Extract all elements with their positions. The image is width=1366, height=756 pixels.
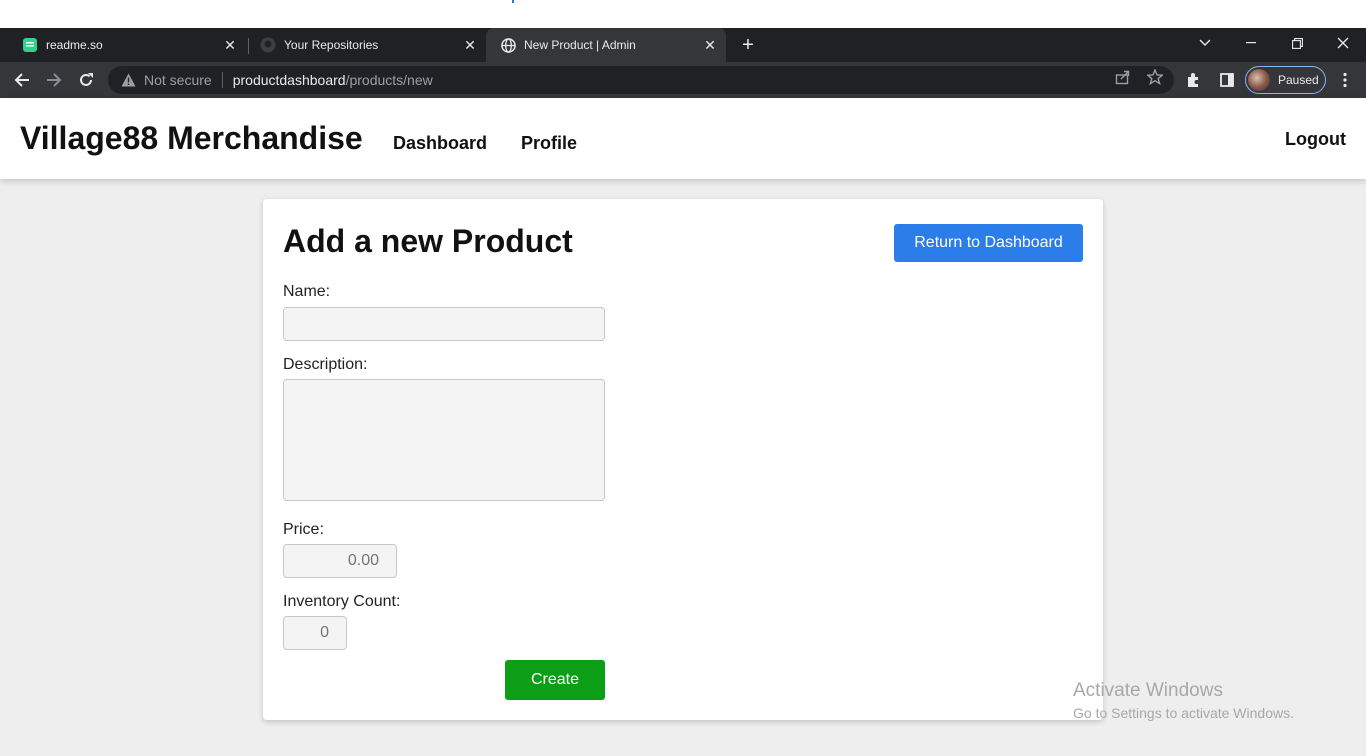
tab-search-icon[interactable] — [1182, 28, 1228, 58]
logout-link[interactable]: Logout — [1285, 129, 1346, 150]
inventory-input[interactable] — [283, 616, 347, 650]
windows-activation-watermark: Activate Windows Go to Settings to activ… — [1073, 680, 1294, 721]
close-tab-icon[interactable]: ✕ — [700, 35, 720, 55]
tab-title: Your Repositories — [284, 38, 379, 52]
nav-link-profile[interactable]: Profile — [521, 133, 577, 154]
price-input[interactable] — [283, 544, 397, 578]
inventory-label: Inventory Count: — [283, 593, 401, 610]
nav-link-dashboard[interactable]: Dashboard — [393, 133, 487, 154]
page-title: Add a new Product — [283, 223, 573, 259]
share-icon[interactable] — [1114, 68, 1132, 86]
readme-so-icon — [22, 37, 38, 53]
close-tab-icon[interactable]: ✕ — [220, 35, 240, 55]
watermark-line-2: Go to Settings to activate Windows. — [1073, 705, 1294, 721]
return-to-dashboard-button[interactable]: Return to Dashboard — [894, 224, 1083, 262]
tab-new-product[interactable]: New Product | Admin ✕ — [486, 28, 726, 62]
profile-button[interactable]: Paused — [1245, 66, 1326, 94]
price-label: Price: — [283, 521, 324, 538]
browser-tab-bar: readme.so ✕ Your Repositories ✕ New Prod… — [0, 28, 1366, 62]
new-product-card: Add a new Product Return to Dashboard Na… — [263, 199, 1103, 720]
top-strip — [0, 0, 1366, 28]
side-panel-icon[interactable] — [1217, 70, 1237, 90]
page-body: Village88 Merchandise Dashboard Profile … — [0, 98, 1366, 756]
url-host: productdashboard — [232, 72, 346, 88]
back-icon[interactable] — [10, 68, 34, 92]
tab-readme[interactable]: readme.so ✕ — [8, 28, 246, 62]
address-bar[interactable]: Not secure productdashboard/products/new — [108, 66, 1174, 94]
restore-icon[interactable] — [1274, 28, 1320, 58]
new-tab-button[interactable]: + — [736, 33, 760, 57]
menu-kebab-icon[interactable] — [1335, 70, 1355, 90]
warning-icon[interactable] — [120, 72, 136, 88]
address-divider — [221, 72, 223, 88]
description-textarea[interactable] — [283, 379, 605, 501]
browser-toolbar: Not secure productdashboard/products/new… — [0, 62, 1366, 98]
bookmark-star-icon[interactable] — [1146, 68, 1164, 86]
create-button[interactable]: Create — [505, 660, 605, 700]
description-label: Description: — [283, 356, 368, 373]
site-navbar: Village88 Merchandise Dashboard Profile … — [0, 98, 1366, 179]
close-window-icon[interactable] — [1320, 28, 1366, 58]
tab-title: readme.so — [46, 38, 103, 52]
loading-dot — [512, 0, 514, 3]
avatar — [1248, 69, 1270, 91]
name-input[interactable] — [283, 307, 605, 341]
forward-icon[interactable] — [42, 68, 66, 92]
reload-icon[interactable] — [74, 68, 98, 92]
tab-title: New Product | Admin — [524, 38, 636, 52]
url-path: /products/new — [345, 72, 433, 88]
tab-repositories[interactable]: Your Repositories ✕ — [246, 28, 486, 62]
github-icon — [260, 37, 276, 53]
name-label: Name: — [283, 283, 331, 300]
globe-icon — [500, 37, 516, 53]
security-label[interactable]: Not secure — [144, 72, 212, 88]
watermark-line-1: Activate Windows — [1073, 680, 1223, 701]
minimize-icon[interactable] — [1228, 28, 1274, 58]
brand-title[interactable]: Village88 Merchandise — [20, 120, 363, 157]
close-tab-icon[interactable]: ✕ — [460, 35, 480, 55]
profile-status: Paused — [1278, 73, 1319, 87]
extensions-icon[interactable] — [1184, 70, 1204, 90]
